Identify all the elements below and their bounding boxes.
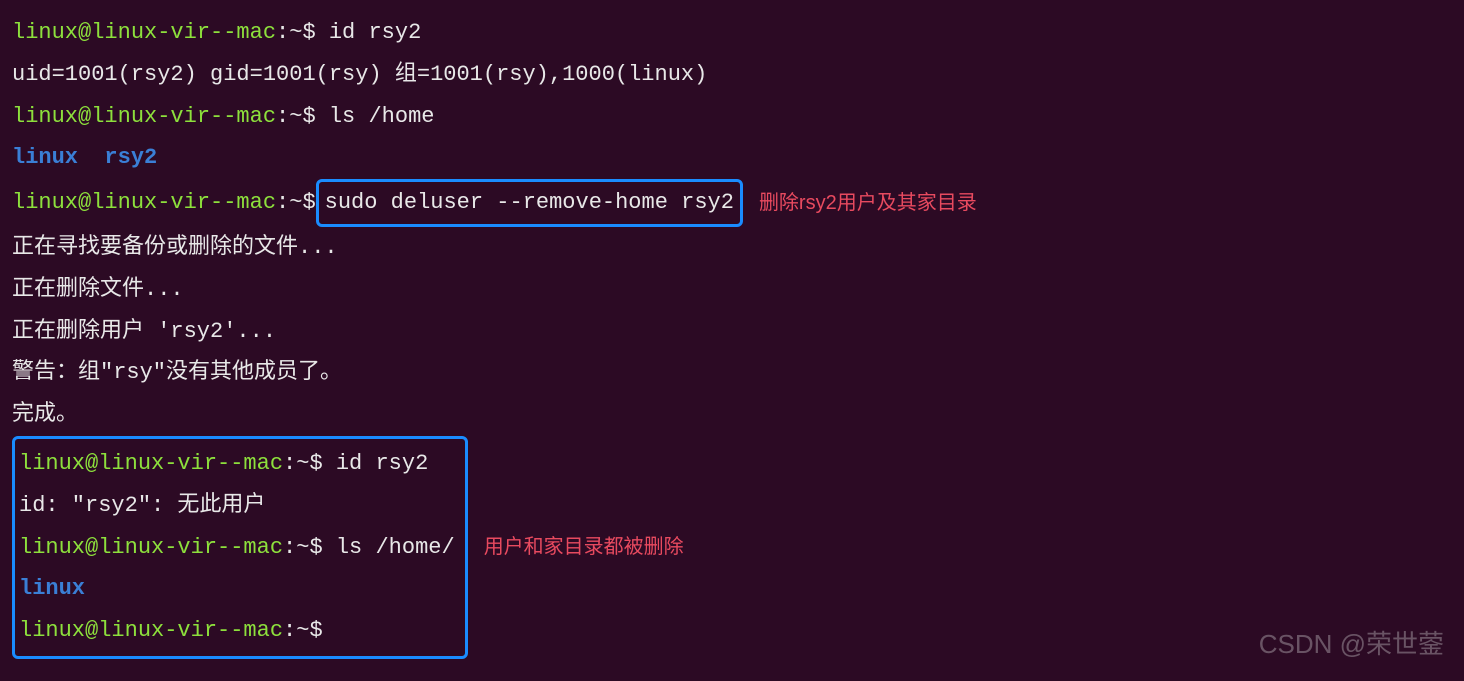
- prompt-dollar: $: [302, 182, 315, 224]
- dir-entry: linux: [19, 576, 85, 601]
- prompt-user-host: linux@linux-vir--mac: [19, 535, 283, 560]
- prompt-line-1: linux@linux-vir--mac:~$ id rsy2: [12, 12, 1452, 54]
- prompt-path: :~: [276, 182, 302, 224]
- prompt-user-host: linux@linux-vir--mac: [12, 20, 276, 45]
- prompt-path: :~: [283, 618, 309, 643]
- verification-box: linux@linux-vir--mac:~$ id rsy2 id: "rsy…: [12, 436, 468, 659]
- output-line: 正在删除文件...: [12, 269, 1452, 311]
- prompt-line-6: linux@linux-vir--mac:~$: [19, 610, 455, 652]
- prompt-line-4: linux@linux-vir--mac:~$ id rsy2: [19, 443, 455, 485]
- dir-entry: rsy2: [104, 145, 157, 170]
- prompt-path: :~: [283, 451, 309, 476]
- prompt-path: :~: [283, 535, 309, 560]
- prompt-path: :~: [276, 104, 302, 129]
- output-line: 警告：组"rsy"没有其他成员了。: [12, 352, 1452, 394]
- output-line: 正在寻找要备份或删除的文件...: [12, 227, 1452, 269]
- output-line-dirs: linux rsy2: [12, 137, 1452, 179]
- output-line: 完成。: [12, 394, 1452, 436]
- prompt-user-host: linux@linux-vir--mac: [19, 451, 283, 476]
- output-line: uid=1001(rsy2) gid=1001(rsy) 组=1001(rsy)…: [12, 54, 1452, 96]
- prompt-dollar: $: [309, 618, 322, 643]
- prompt-path: :~: [276, 20, 302, 45]
- output-line-dirs: linux: [19, 568, 455, 610]
- prompt-dollar: $: [302, 104, 315, 129]
- output-line: 正在删除用户 'rsy2'...: [12, 311, 1452, 353]
- command-text: ls /home: [329, 104, 435, 129]
- output-line: id: "rsy2": 无此用户: [19, 485, 455, 527]
- prompt-line-5: linux@linux-vir--mac:~$ ls /home/: [19, 527, 455, 569]
- dir-entry: linux: [12, 145, 78, 170]
- prompt-user-host: linux@linux-vir--mac: [12, 182, 276, 224]
- verification-block-row: linux@linux-vir--mac:~$ id rsy2 id: "rsy…: [12, 436, 1452, 659]
- annotation-text: 用户和家目录都被删除: [484, 528, 684, 566]
- prompt-line-2: linux@linux-vir--mac:~$ ls /home: [12, 96, 1452, 138]
- command-text: sudo deluser --remove-home rsy2: [325, 190, 734, 215]
- prompt-user-host: linux@linux-vir--mac: [12, 104, 276, 129]
- command-text: id rsy2: [336, 451, 428, 476]
- highlighted-command-box: sudo deluser --remove-home rsy2: [316, 179, 743, 227]
- prompt-user-host: linux@linux-vir--mac: [19, 618, 283, 643]
- prompt-dollar: $: [302, 20, 315, 45]
- prompt-dollar: $: [309, 535, 322, 560]
- command-text: id rsy2: [329, 20, 421, 45]
- command-text: ls /home/: [336, 535, 455, 560]
- watermark-text: CSDN @荣世蓥: [1259, 620, 1444, 669]
- prompt-line-3: linux@linux-vir--mac:~$ sudo deluser --r…: [12, 179, 1452, 227]
- annotation-text: 删除rsy2用户及其家目录: [759, 184, 977, 222]
- prompt-dollar: $: [309, 451, 322, 476]
- terminal-output: linux@linux-vir--mac:~$ id rsy2 uid=1001…: [12, 12, 1452, 659]
